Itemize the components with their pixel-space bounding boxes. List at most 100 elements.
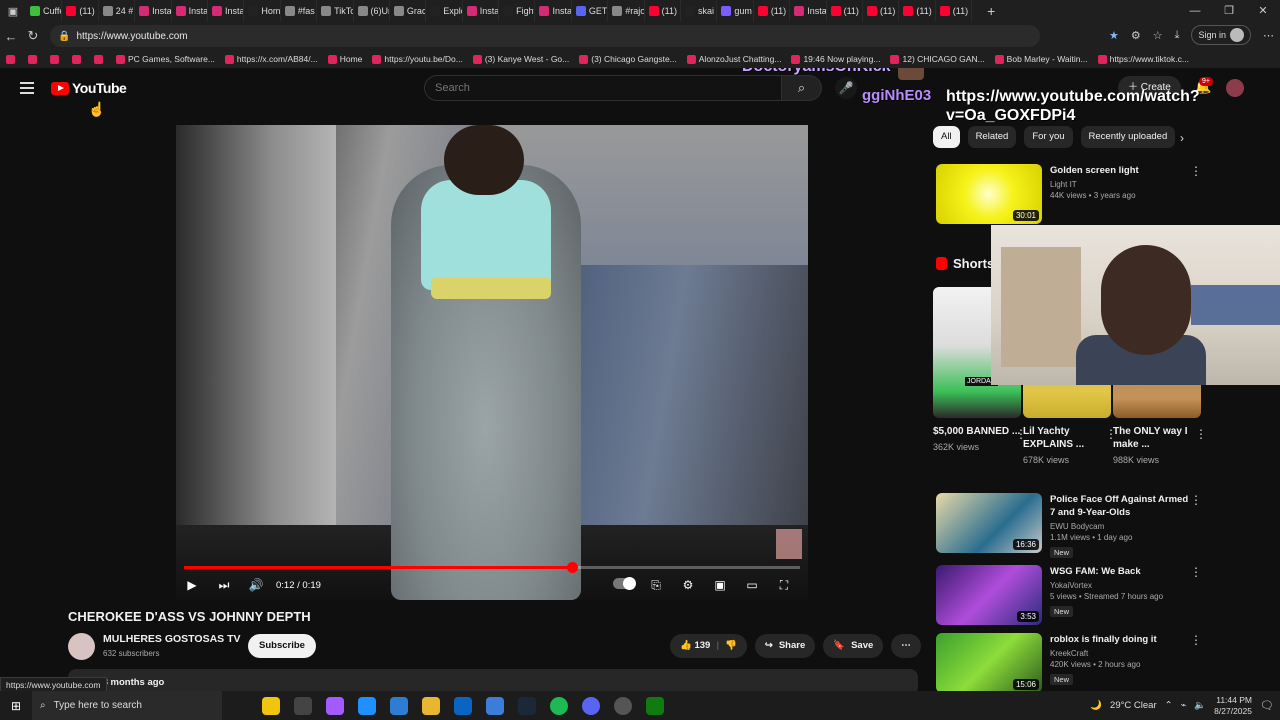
- photos-icon[interactable]: [486, 696, 504, 715]
- window-menu-icon[interactable]: ▣: [0, 5, 26, 18]
- bookmark-item[interactable]: (3) Chicago Gangste...: [579, 54, 677, 64]
- sign-in-button[interactable]: Sign in: [1191, 25, 1251, 45]
- rec-title[interactable]: Golden screen light: [1050, 164, 1190, 177]
- user-avatar[interactable]: [1226, 79, 1244, 97]
- filter-chip[interactable]: All: [933, 126, 960, 148]
- more-vert-icon[interactable]: ⋮: [1190, 565, 1202, 579]
- browser-tab[interactable]: Cuffe: [26, 0, 63, 22]
- browser-tab[interactable]: Explo: [426, 0, 463, 22]
- browser-tab[interactable]: Insta: [172, 0, 208, 22]
- github-icon[interactable]: [614, 696, 632, 715]
- like-button[interactable]: 👍 139: [680, 634, 710, 658]
- browser-tab[interactable]: #rajo: [608, 0, 645, 22]
- rec-title[interactable]: roblox is finally doing it: [1050, 633, 1190, 646]
- minimize-icon[interactable]: —: [1178, 0, 1212, 22]
- video-thumbnail[interactable]: 16:36: [936, 493, 1042, 553]
- reload-icon[interactable]: ↻: [22, 28, 44, 44]
- filter-chip[interactable]: Related: [967, 126, 1017, 148]
- browser-tab[interactable]: TikTo: [317, 0, 354, 22]
- share-button[interactable]: ↪ Share: [754, 634, 816, 658]
- file-explorer-icon[interactable]: [422, 696, 440, 715]
- browser-tab[interactable]: GET: [572, 0, 609, 22]
- bookmark-item[interactable]: Bob Marley - Waitin...: [994, 54, 1088, 64]
- browser-tab[interactable]: (11): [863, 0, 900, 22]
- more-vert-icon[interactable]: ⋮: [1190, 633, 1202, 647]
- more-vert-icon[interactable]: ⋮: [1195, 427, 1207, 441]
- more-menu-icon[interactable]: ⋯: [1263, 29, 1274, 42]
- taskbar-search[interactable]: ⌕ Type here to search: [32, 691, 222, 720]
- theater-mode-icon[interactable]: ▭: [736, 578, 768, 592]
- bookmark-item[interactable]: PC Games, Software...: [116, 54, 215, 64]
- youtube-logo[interactable]: YouTube: [51, 80, 127, 96]
- extensions-icon[interactable]: ⚙: [1131, 29, 1141, 42]
- browser-tab[interactable]: Insta: [790, 0, 827, 22]
- url-field[interactable]: 🔒 https://www.youtube.com: [50, 25, 1040, 47]
- rec-title[interactable]: WSG FAM: We Back: [1050, 565, 1190, 578]
- channel-avatar[interactable]: [68, 633, 95, 660]
- outlook-icon[interactable]: [454, 696, 472, 715]
- app-icon[interactable]: [326, 696, 344, 715]
- xbox-icon[interactable]: [646, 696, 664, 715]
- video-player[interactable]: ▶ ⏭ 🔊 0:12 / 0:19 ⎘ ⚙ ▣ ▭ ⛶: [176, 125, 808, 600]
- short-title[interactable]: $5,000 BANNED ...: [933, 425, 1021, 438]
- description-box[interactable]: iews8 months ago: [68, 669, 918, 691]
- fullscreen-icon[interactable]: ⛶: [768, 578, 800, 593]
- channel-name[interactable]: MULHERES GOSTOSAS TV: [103, 633, 241, 645]
- browser-tab[interactable]: Insta: [463, 0, 500, 22]
- browser-tab[interactable]: (11): [899, 0, 936, 22]
- bookmark-item[interactable]: [50, 54, 62, 64]
- search-button[interactable]: ⌕: [782, 75, 822, 101]
- browser-tab[interactable]: Insta: [208, 0, 245, 22]
- star-icon[interactable]: ★: [1109, 29, 1119, 42]
- progress-bar[interactable]: [184, 562, 800, 573]
- bookmark-item[interactable]: [6, 54, 18, 64]
- bookmark-item[interactable]: [72, 54, 84, 64]
- rec-channel[interactable]: KreekCraft: [1050, 649, 1190, 658]
- downloads-icon[interactable]: ⤓: [1175, 29, 1180, 42]
- video-thumbnail[interactable]: 15:06: [936, 633, 1042, 691]
- edge-icon[interactable]: [358, 696, 376, 715]
- bookmark-item[interactable]: 19:46 Now playing...: [791, 54, 880, 64]
- bookmark-item[interactable]: (3) Kanye West - Go...: [472, 54, 569, 64]
- more-vert-icon[interactable]: ⋮: [1190, 164, 1202, 178]
- close-icon[interactable]: ✕: [1246, 0, 1280, 22]
- browser-tab[interactable]: Insta: [135, 0, 172, 22]
- browser-tab[interactable]: Grac: [390, 0, 427, 22]
- discord-icon[interactable]: [582, 696, 600, 715]
- rec-channel[interactable]: YokaiVortex: [1050, 581, 1190, 590]
- browser-tab[interactable]: skai: [681, 0, 718, 22]
- browser-tab[interactable]: Fight: [499, 0, 536, 22]
- more-actions-button[interactable]: ⋯: [891, 634, 921, 658]
- settings-gear-icon[interactable]: ⚙: [672, 578, 704, 592]
- play-icon[interactable]: ▶: [176, 578, 208, 592]
- bookmark-item[interactable]: https://www.tiktok.c...: [1097, 54, 1189, 64]
- save-button[interactable]: 🔖 Save: [823, 634, 884, 658]
- recommendation-item[interactable]: 30:01 Golden screen light Light IT 44K v…: [936, 164, 1190, 224]
- browser-tab[interactable]: (11): [936, 0, 973, 22]
- menu-icon[interactable]: [20, 82, 34, 94]
- copilot-icon[interactable]: [262, 696, 280, 715]
- channel-watermark[interactable]: [776, 529, 802, 559]
- bookmark-item[interactable]: Home: [327, 54, 362, 64]
- browser-tab[interactable]: gum: [717, 0, 754, 22]
- task-view-icon[interactable]: [294, 696, 312, 715]
- bookmark-item[interactable]: https://x.com/AB84/...: [224, 54, 318, 64]
- tray-chevron-icon[interactable]: ⌃: [1165, 700, 1173, 711]
- next-icon[interactable]: ⏭: [208, 578, 240, 593]
- miniplayer-icon[interactable]: ▣: [704, 578, 736, 592]
- browser-tab[interactable]: (11): [645, 0, 682, 22]
- voice-search-icon[interactable]: 🎤: [835, 77, 857, 99]
- new-tab-button[interactable]: +: [980, 3, 1002, 19]
- rec-title[interactable]: Police Face Off Against Armed 7 and 9-Ye…: [1050, 493, 1190, 519]
- video-thumbnail[interactable]: 30:01: [936, 164, 1042, 224]
- clock[interactable]: 11:44 PM 8/27/2025: [1214, 695, 1252, 717]
- store-icon[interactable]: [390, 696, 408, 715]
- search-input[interactable]: [424, 75, 782, 101]
- browser-tab[interactable]: (11): [827, 0, 863, 22]
- maximize-icon[interactable]: ❐: [1212, 0, 1246, 22]
- steam-icon[interactable]: [518, 696, 536, 715]
- autoplay-toggle[interactable]: [608, 577, 640, 592]
- short-title[interactable]: The ONLY way I make ...: [1113, 425, 1201, 451]
- browser-tab[interactable]: Hom: [244, 0, 281, 22]
- bookmark-item[interactable]: AlonzoJust Chatting...: [686, 54, 781, 64]
